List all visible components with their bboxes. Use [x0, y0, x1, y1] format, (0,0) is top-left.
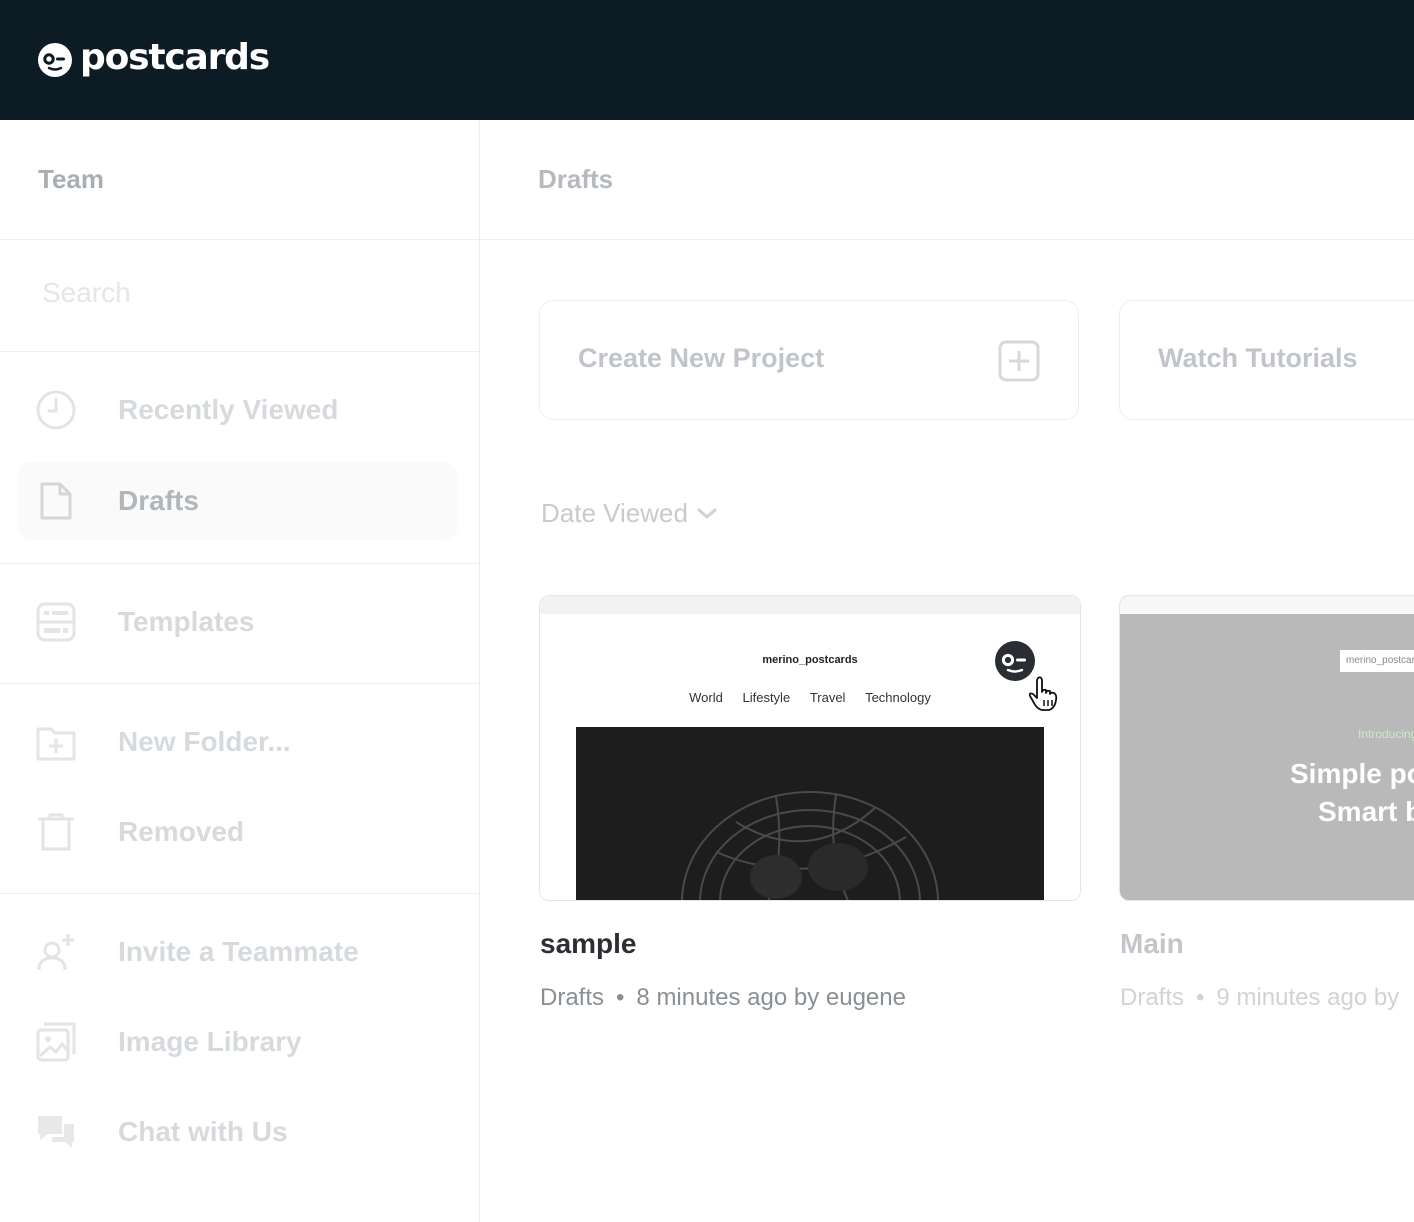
email-nav-item: Travel: [809, 690, 846, 705]
project-title[interactable]: Main: [1120, 928, 1184, 960]
email-headline: Simple postcards: [1290, 758, 1414, 789]
divider: [480, 239, 1414, 240]
templates-icon: [36, 602, 76, 642]
sidebar-item-recently-viewed[interactable]: Recently Viewed: [18, 371, 458, 449]
separator-dot: •: [616, 984, 625, 1011]
sidebar-item-label: Templates: [118, 606, 255, 637]
email-intro: Introducing: [1358, 727, 1414, 741]
email-nav-item: World: [689, 690, 723, 705]
divider: [0, 239, 479, 240]
chat-icon: [38, 1116, 74, 1148]
email-brand: merino_postcards: [1340, 650, 1414, 672]
plus-square-icon: [998, 340, 1040, 382]
product-image: [681, 791, 939, 900]
team-label[interactable]: Team: [38, 164, 104, 195]
thumbnail-header-strip: [1120, 596, 1414, 614]
chevron-down-icon: [697, 508, 717, 519]
project-location: Drafts: [1120, 984, 1185, 1011]
thumbnail-header-strip: [540, 596, 1080, 614]
sidebar-item-label: Image Library: [118, 1026, 302, 1057]
project-thumbnail-sample[interactable]: merino_postcards World Lifestyle Travel …: [539, 595, 1081, 901]
user-plus-icon: [37, 934, 74, 971]
sidebar-item-new-folder[interactable]: New Folder...: [18, 703, 458, 781]
postcards-logo-icon: [38, 43, 72, 77]
breadcrumb: Drafts: [538, 164, 614, 194]
divider: [0, 683, 479, 684]
sidebar-item-label: Recently Viewed: [118, 394, 339, 425]
sidebar-item-label: Invite a Teammate: [118, 936, 359, 967]
document-icon: [40, 482, 72, 520]
email-headline: Smart builder: [1318, 796, 1414, 827]
separator-dot: •: [1196, 984, 1205, 1011]
project-meta: Drafts • 9 minutes ago by: [1120, 984, 1399, 1012]
divider: [0, 351, 479, 352]
sidebar-item-removed[interactable]: Removed: [18, 793, 458, 871]
sidebar-item-image-library[interactable]: Image Library: [18, 1003, 458, 1081]
email-hero-image: [576, 727, 1044, 900]
top-bar: postcards: [0, 0, 1414, 120]
email-nav: World Lifestyle Travel Technology: [540, 690, 1080, 705]
project-modified: 8 minutes ago by eugene: [636, 984, 906, 1011]
search-input[interactable]: [42, 277, 442, 309]
create-project-label: Create New Project: [578, 343, 825, 373]
sidebar-item-templates[interactable]: Templates: [18, 583, 458, 661]
divider: [0, 893, 479, 894]
hand-cursor-icon: [1028, 676, 1058, 711]
project-meta: Drafts • 8 minutes ago by eugene: [540, 984, 906, 1012]
project-modified: 9 minutes ago by: [1216, 984, 1400, 1011]
sidebar-item-label: Chat with Us: [118, 1116, 288, 1147]
email-nav-item: Lifestyle: [742, 690, 791, 705]
sidebar-item-label: New Folder...: [118, 726, 291, 757]
sidebar-item-invite-teammate[interactable]: Invite a Teammate: [18, 913, 458, 991]
email-nav-item: Technology: [865, 690, 931, 705]
sidebar-item-chat[interactable]: Chat with Us: [18, 1093, 458, 1171]
divider: [0, 563, 479, 564]
image-library-icon: [36, 1022, 76, 1062]
folder-plus-icon: [36, 727, 76, 761]
project-thumbnail-main[interactable]: merino_postcards Introducing Simple post…: [1119, 595, 1414, 901]
sort-dropdown[interactable]: Date Viewed: [541, 498, 718, 529]
project-title[interactable]: sample: [540, 928, 637, 960]
watch-tutorials-button[interactable]: Watch Tutorials: [1119, 300, 1414, 420]
sidebar-item-label: Drafts: [118, 485, 199, 516]
logo[interactable]: postcards: [38, 37, 270, 82]
sidebar-item-drafts[interactable]: Drafts: [18, 462, 458, 540]
clock-icon: [36, 390, 76, 430]
watch-tutorials-label: Watch Tutorials: [1158, 343, 1358, 373]
trash-icon: [38, 813, 74, 851]
logo-text: postcards: [80, 37, 270, 78]
sort-label: Date Viewed: [541, 498, 688, 528]
sidebar: Team Recently Viewed Drafts Templates: [0, 120, 480, 1222]
create-project-button[interactable]: Create New Project: [539, 300, 1079, 420]
main-content: Drafts Create New Project Watch Tutorial…: [480, 120, 1414, 1222]
postcards-badge-icon: [995, 641, 1035, 681]
sidebar-item-label: Removed: [118, 816, 245, 847]
project-location: Drafts: [540, 984, 605, 1011]
